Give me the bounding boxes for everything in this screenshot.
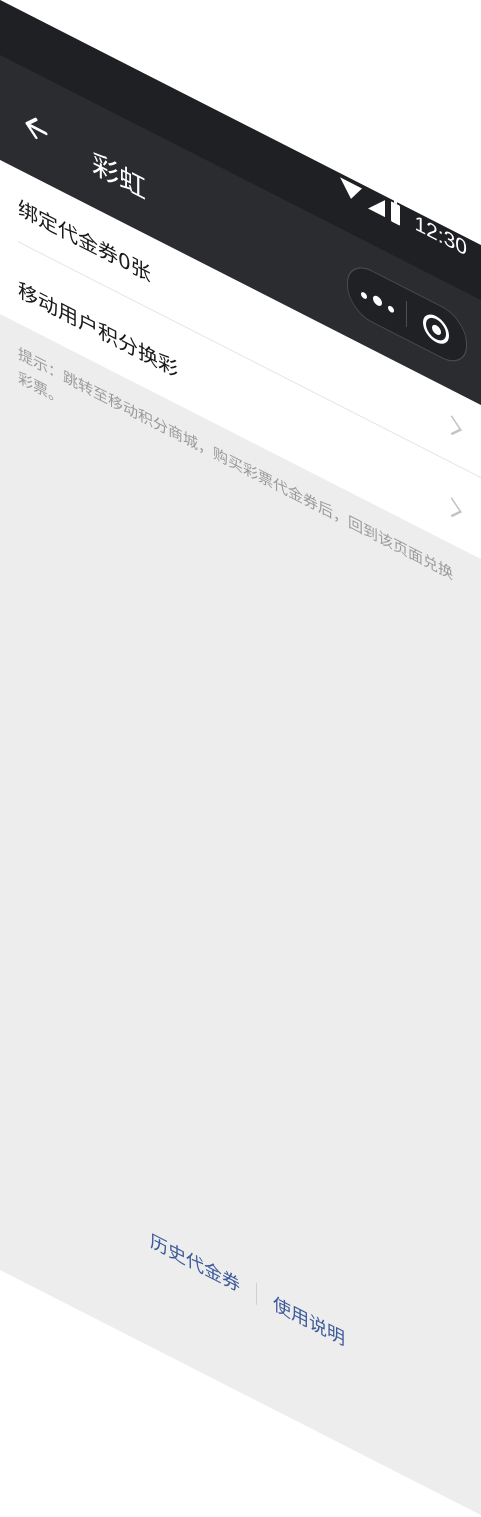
chevron-right-icon <box>442 497 462 518</box>
footer-links: 历史代金券 使用说明 <box>150 1226 345 1351</box>
page-title: 彩虹 <box>92 147 146 207</box>
footer-divider <box>256 1282 257 1305</box>
chevron-right-icon <box>442 415 462 436</box>
usage-help-link[interactable]: 使用说明 <box>273 1289 345 1352</box>
history-vouchers-link[interactable]: 历史代金券 <box>150 1226 240 1298</box>
status-time: 12:30 <box>414 211 467 261</box>
screen: 12:30 彩虹 绑定代金券0张 移动用户积分换彩 提示：跳转至移动积分商城，购… <box>0 0 481 1517</box>
back-arrow-icon <box>25 117 48 140</box>
back-button[interactable] <box>20 103 54 154</box>
more-button[interactable] <box>348 259 406 339</box>
battery-icon <box>391 201 401 227</box>
wifi-icon <box>340 177 363 205</box>
more-dots-icon <box>358 280 397 319</box>
close-button[interactable] <box>407 289 465 369</box>
phone-frame: 12:30 彩虹 绑定代金券0张 移动用户积分换彩 提示：跳转至移动积分商城，购… <box>0 0 481 1516</box>
close-target-icon <box>423 309 449 349</box>
cell-signal-icon <box>368 191 386 217</box>
